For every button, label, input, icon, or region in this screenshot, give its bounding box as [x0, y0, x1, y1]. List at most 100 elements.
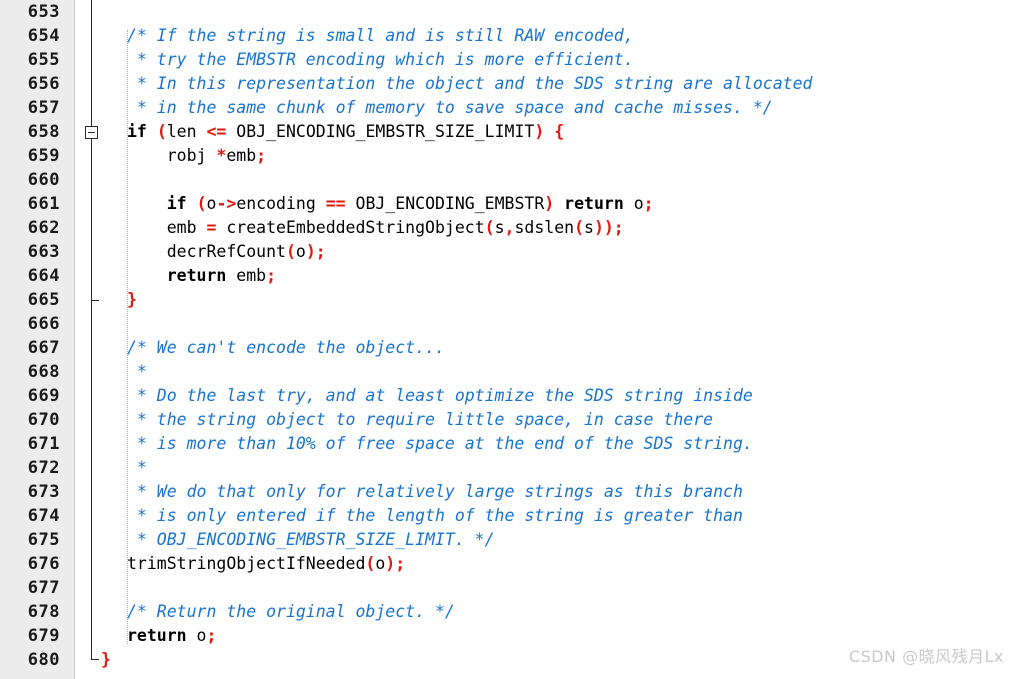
code-token-kw: if	[166, 194, 187, 213]
fold-range-end-icon	[91, 653, 99, 660]
code-line[interactable]: * OBJ_ENCODING_EMBSTR_SIZE_LIMIT. */	[101, 528, 1018, 552]
line-number-list: 653 654 655 656 657 658 659 660 661 662 663 664 665 6…	[0, 0, 66, 672]
code-folding-column[interactable]	[83, 0, 101, 679]
code-token-plain: encoding	[236, 194, 326, 213]
code-token-punc: ->	[216, 194, 237, 213]
code-editor: 653 654 655 656 657 658 659 660 661 662 663 664 665 6…	[0, 0, 1018, 679]
code-token-punc: )	[534, 122, 545, 141]
code-token-punc: }	[127, 290, 137, 309]
line-number: 680	[27, 650, 60, 670]
code-line[interactable]: /* We can't encode the object...	[101, 336, 1018, 360]
code-line[interactable]	[101, 168, 1018, 192]
line-number: 670	[27, 410, 60, 430]
code-line[interactable]	[101, 0, 1018, 24]
fold-range-line	[91, 0, 92, 660]
code-line[interactable]: * is more than 10% of free space at the …	[101, 432, 1018, 456]
code-token-plain: emb	[127, 218, 207, 237]
code-token-punc: ==	[325, 194, 346, 213]
code-line[interactable]	[101, 312, 1018, 336]
code-line[interactable]: * is only entered if the length of the s…	[101, 504, 1018, 528]
code-line[interactable]: * Do the last try, and at least optimize…	[101, 384, 1018, 408]
code-line[interactable]: }	[101, 288, 1018, 312]
code-token-punc: =	[206, 218, 217, 237]
line-number: 655	[27, 50, 60, 70]
code-line[interactable]: robj *emb;	[101, 144, 1018, 168]
code-line[interactable]: * the string object to require little sp…	[101, 408, 1018, 432]
line-number: 656	[27, 74, 60, 94]
code-token-kw: return	[564, 194, 624, 213]
line-number: 660	[27, 170, 60, 190]
line-number: 679	[27, 626, 60, 646]
code-token-kw: if	[127, 122, 147, 141]
code-token-plain: sdslen	[514, 218, 575, 237]
code-token-plain: o	[206, 194, 217, 213]
line-number: 671	[27, 434, 60, 454]
fold-range-tick	[92, 300, 99, 301]
code-token-punc: );	[305, 242, 326, 261]
line-number: 672	[27, 458, 60, 478]
code-token-punc: }	[101, 650, 111, 669]
code-token-comment: * OBJ_ENCODING_EMBSTR_SIZE_LIMIT. */	[127, 530, 495, 549]
line-number: 665	[27, 290, 60, 310]
code-line[interactable]: * try the EMBSTR encoding which is more …	[101, 48, 1018, 72]
line-number: 668	[27, 362, 60, 382]
code-token-comment: /* If the string is small and is still R…	[127, 26, 634, 45]
code-line[interactable]: *	[101, 456, 1018, 480]
fold-collapse-icon[interactable]	[85, 125, 98, 139]
code-token-plain: OBJ_ENCODING_EMBSTR	[345, 194, 545, 213]
code-token-punc: )	[544, 194, 555, 213]
code-token-punc: (	[156, 122, 167, 141]
line-number: 678	[27, 602, 60, 622]
code-line[interactable]: decrRefCount(o);	[101, 240, 1018, 264]
line-number: 653	[27, 2, 60, 22]
code-line[interactable]: if (o->encoding == OBJ_ENCODING_EMBSTR) …	[101, 192, 1018, 216]
code-token-plain: createEmbeddedStringObject	[216, 218, 485, 237]
line-number: 664	[27, 266, 60, 286]
code-line[interactable]: *	[101, 360, 1018, 384]
code-token-plain: o	[375, 554, 386, 573]
code-line[interactable]: * in the same chunk of memory to save sp…	[101, 96, 1018, 120]
code-token-comment: * the string object to require little sp…	[127, 410, 714, 429]
line-number: 675	[27, 530, 60, 550]
code-line[interactable]: trimStringObjectIfNeeded(o);	[101, 552, 1018, 576]
code-token-punc: ));	[593, 218, 624, 237]
code-token-plain: s	[584, 218, 594, 237]
code-token-punc: (	[574, 218, 584, 237]
code-token-punc: (	[484, 218, 495, 237]
line-number: 667	[27, 338, 60, 358]
line-number: 673	[27, 482, 60, 502]
code-token-punc: (	[285, 242, 296, 261]
line-number-gutter: 653 654 655 656 657 658 659 660 661 662 663 664 665 6…	[0, 0, 75, 679]
code-line[interactable]: emb = createEmbeddedStringObject(s,sdsle…	[101, 216, 1018, 240]
code-token-comment: * in the same chunk of memory to save sp…	[127, 98, 773, 117]
code-token-plain: s	[494, 218, 505, 237]
code-token-plain: emb	[226, 146, 257, 165]
code-line-list[interactable]: /* If the string is small and is still R…	[101, 0, 1018, 672]
code-token-plain: o	[623, 194, 644, 213]
code-content-area[interactable]: /* If the string is small and is still R…	[101, 0, 1018, 679]
code-line[interactable]: if (len <= OBJ_ENCODING_EMBSTR_SIZE_LIMI…	[101, 120, 1018, 144]
code-line[interactable]: return emb;	[101, 264, 1018, 288]
code-token-punc: ,	[504, 218, 515, 237]
code-token-comment: *	[127, 362, 147, 381]
code-token-kw: return	[127, 626, 187, 645]
code-token-comment: * try the EMBSTR encoding which is more …	[127, 50, 634, 69]
code-line[interactable]: /* If the string is small and is still R…	[101, 24, 1018, 48]
code-token-punc: ;	[266, 266, 277, 285]
code-line[interactable]	[101, 576, 1018, 600]
code-token-comment: *	[127, 458, 147, 477]
code-token-comment: * is only entered if the length of the s…	[127, 506, 743, 525]
code-line[interactable]: * We do that only for relatively large s…	[101, 480, 1018, 504]
line-number: 659	[27, 146, 60, 166]
code-line[interactable]: * In this representation the object and …	[101, 72, 1018, 96]
line-number: 663	[27, 242, 60, 262]
code-token-comment: * is more than 10% of free space at the …	[127, 434, 753, 453]
code-line[interactable]: /* Return the original object. */	[101, 600, 1018, 624]
code-token-comment: * We do that only for relatively large s…	[127, 482, 743, 501]
code-token-comment: /* Return the original object. */	[127, 602, 455, 621]
